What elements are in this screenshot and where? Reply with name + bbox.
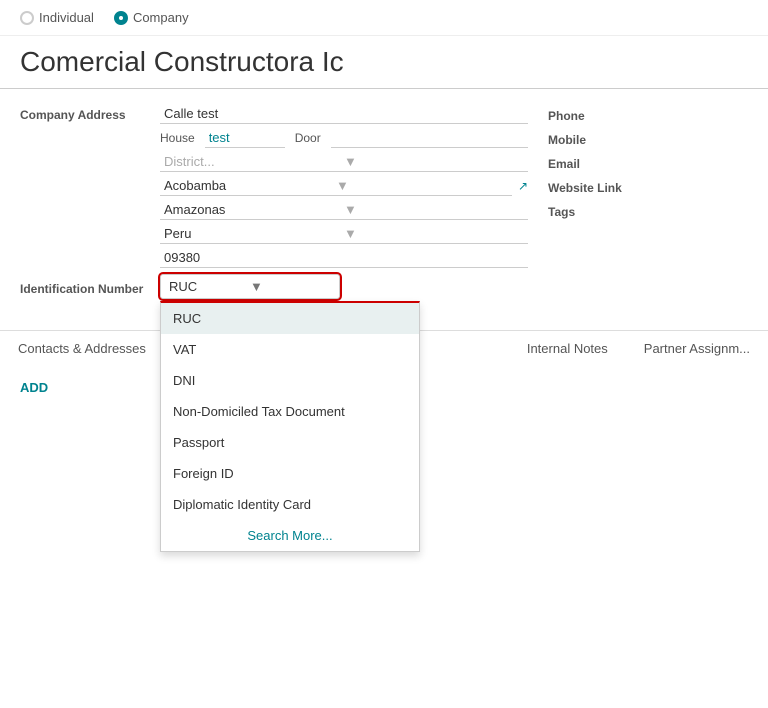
option-ruc[interactable]: RUC [161,303,419,334]
tab-contacts[interactable]: Contacts & Addresses [0,331,164,368]
right-column: Phone Mobile Email Website Link Tags [548,104,748,305]
email-label: Email [548,157,748,171]
country-arrow-icon: ▼ [344,226,524,241]
identification-select[interactable]: RUC ▼ [160,274,340,299]
house-label: House [160,131,195,145]
tab-internal-notes[interactable]: Internal Notes [509,331,626,368]
door-label: Door [295,131,321,145]
address-row: Company Address House Door District... ▼ [20,104,528,268]
external-link-icon[interactable]: ↗ [518,179,528,193]
mobile-label: Mobile [548,133,748,147]
right-labels: Phone Mobile Email Website Link Tags [548,104,748,219]
door-input[interactable] [331,128,528,148]
street-input[interactable] [160,104,528,124]
individual-radio[interactable] [20,11,34,25]
district-select[interactable]: District... ▼ [160,152,528,172]
district-placeholder: District... [164,154,344,169]
company-radio[interactable] [114,11,128,25]
identification-arrow-icon: ▼ [250,279,331,294]
address-fields: House Door District... ▼ Acobamba ▼ [160,104,528,268]
left-column: Company Address House Door District... ▼ [20,104,528,305]
address-label: Company Address [20,104,160,122]
country-value: Peru [164,226,344,241]
district-arrow-icon: ▼ [344,154,524,169]
identification-dropdown-menu: RUC VAT DNI Non-Domiciled Tax Document P… [160,301,420,552]
option-foreign-id[interactable]: Foreign ID [161,458,419,489]
identification-dropdown-wrapper: RUC ▼ RUC VAT DNI Non-Domiciled Tax Docu… [160,274,340,299]
individual-option[interactable]: Individual [20,10,94,25]
city-select[interactable]: Acobamba ▼ [160,176,512,196]
city-state-row: Acobamba ▼ ↗ [160,176,528,196]
state-value: Amazonas [164,202,344,217]
company-title: Comercial Constructora Ic [0,36,768,89]
option-passport[interactable]: Passport [161,427,419,458]
identification-value: RUC [169,279,250,294]
individual-label: Individual [39,10,94,25]
tab-partner-assign[interactable]: Partner Assignm... [626,331,768,368]
website-label: Website Link [548,181,748,195]
option-vat[interactable]: VAT [161,334,419,365]
search-more-link[interactable]: Search More... [161,520,419,551]
form-area: Company Address House Door District... ▼ [0,89,768,320]
option-dni[interactable]: DNI [161,365,419,396]
zip-input[interactable] [160,248,528,268]
state-select[interactable]: Amazonas ▼ [160,200,528,220]
option-diplomatic[interactable]: Diplomatic Identity Card [161,489,419,520]
entity-type-selector: Individual Company [0,0,768,36]
state-arrow-icon: ▼ [344,202,524,217]
country-select[interactable]: Peru ▼ [160,224,528,244]
city-value: Acobamba [164,178,336,193]
company-option[interactable]: Company [114,10,189,25]
tags-label: Tags [548,205,748,219]
house-door-row: House Door [160,128,528,148]
identification-row: Identification Number RUC ▼ RUC VAT DNI … [20,274,528,299]
identification-label: Identification Number [20,278,160,296]
city-arrow-icon: ▼ [336,178,508,193]
option-non-domiciled[interactable]: Non-Domiciled Tax Document [161,396,419,427]
company-label: Company [133,10,189,25]
house-input[interactable] [205,128,285,148]
phone-label: Phone [548,109,748,123]
